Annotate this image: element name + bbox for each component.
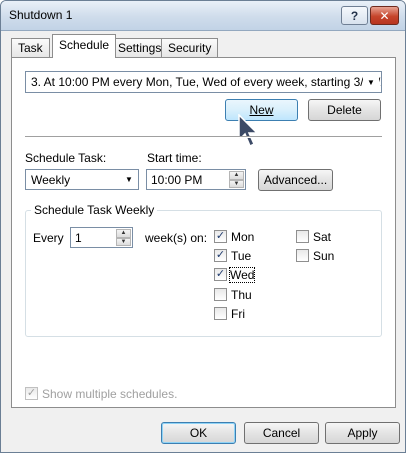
tab-schedule[interactable]: Schedule xyxy=(52,34,117,58)
schedule-task-value: Weekly xyxy=(31,173,71,187)
help-icon: ? xyxy=(350,8,359,23)
day-label-mon: Mon xyxy=(231,230,255,244)
advanced-button-label: Advanced... xyxy=(263,173,328,187)
schedule-task-label: Schedule Task: xyxy=(25,151,107,165)
checkbox-thu[interactable] xyxy=(214,288,227,301)
start-time-value: 10:00 PM xyxy=(151,173,203,187)
help-button[interactable]: ? xyxy=(341,6,368,25)
day-label-wed: Wed xyxy=(228,267,256,283)
tab-security[interactable]: Security xyxy=(161,38,219,57)
every-label: Every xyxy=(33,231,64,245)
show-multiple-label: Show multiple schedules. xyxy=(42,387,178,401)
checkbox-mon[interactable]: ✓ xyxy=(214,230,227,243)
ok-button-label: OK xyxy=(189,426,208,440)
spin-down-icon[interactable]: ▼ xyxy=(116,237,131,246)
day-label-thu: Thu xyxy=(231,288,252,302)
cancel-button[interactable]: Cancel xyxy=(244,422,319,444)
separator xyxy=(25,136,382,138)
group-title: Schedule Task Weekly xyxy=(31,203,158,217)
tab-settings[interactable]: Settings xyxy=(111,38,169,57)
apply-button-label: Apply xyxy=(347,426,378,440)
show-multiple-checkbox[interactable]: ✓ xyxy=(25,387,38,400)
dialog-window: Shutdown 1 ? ✕ Task Schedule Settings Se… xyxy=(0,0,406,453)
checkbox-wed[interactable]: ✓ xyxy=(214,268,227,281)
every-weeks-value: 1 xyxy=(75,231,82,245)
start-time-input[interactable]: 10:00 PM ▲ ▼ xyxy=(146,169,246,190)
checkmark-icon: ✓ xyxy=(215,268,226,280)
every-weeks-spinner[interactable]: ▲ ▼ xyxy=(116,229,131,246)
close-icon: ✕ xyxy=(379,8,390,23)
delete-button-label: Delete xyxy=(327,103,362,117)
checkbox-sun[interactable] xyxy=(296,249,309,262)
weeks-on-label: week(s) on: xyxy=(145,231,208,245)
tab-task-label: Task xyxy=(18,41,43,55)
spin-up-icon[interactable]: ▲ xyxy=(116,229,131,238)
ok-button[interactable]: OK xyxy=(161,422,236,444)
checkbox-fri[interactable] xyxy=(214,307,227,320)
cancel-button-label: Cancel xyxy=(262,426,301,440)
schedule-task-select[interactable]: Weekly ▼ xyxy=(25,169,139,190)
close-button[interactable]: ✕ xyxy=(370,6,399,25)
tab-settings-label: Settings xyxy=(118,41,162,55)
tab-security-label: Security xyxy=(168,41,212,55)
delete-button[interactable]: Delete xyxy=(308,99,381,121)
checkmark-icon: ✓ xyxy=(215,249,226,261)
day-label-sun: Sun xyxy=(313,249,335,263)
schedule-select[interactable]: 3. At 10:00 PM every Mon, Tue, Wed of ev… xyxy=(25,71,382,93)
checkmark-icon: ✓ xyxy=(26,387,37,399)
window-title: Shutdown 1 xyxy=(9,8,73,22)
start-time-spinner[interactable]: ▲ ▼ xyxy=(229,171,244,188)
spin-up-icon[interactable]: ▲ xyxy=(229,171,244,180)
start-time-label: Start time: xyxy=(147,151,202,165)
tab-task[interactable]: Task xyxy=(11,38,50,57)
day-label-fri: Fri xyxy=(231,307,245,321)
dropdown-arrow-icon: ▼ xyxy=(125,175,133,184)
mouse-pointer-icon xyxy=(238,114,259,148)
day-label-tue: Tue xyxy=(231,249,252,263)
day-label-sat: Sat xyxy=(313,230,332,244)
dropdown-arrow-icon: ▼ xyxy=(363,74,379,90)
advanced-button[interactable]: Advanced... xyxy=(258,169,333,191)
checkbox-sat[interactable] xyxy=(296,230,309,243)
checkbox-tue[interactable]: ✓ xyxy=(214,249,227,262)
schedule-select-value: 3. At 10:00 PM every Mon, Tue, Wed of ev… xyxy=(31,75,382,89)
tab-schedule-label: Schedule xyxy=(59,38,110,52)
spin-down-icon[interactable]: ▼ xyxy=(229,179,244,188)
every-weeks-input[interactable]: 1 ▲ ▼ xyxy=(70,227,133,248)
apply-button[interactable]: Apply xyxy=(325,422,400,444)
checkmark-icon: ✓ xyxy=(215,230,226,242)
title-bar: Shutdown 1 ? ✕ xyxy=(1,1,405,31)
